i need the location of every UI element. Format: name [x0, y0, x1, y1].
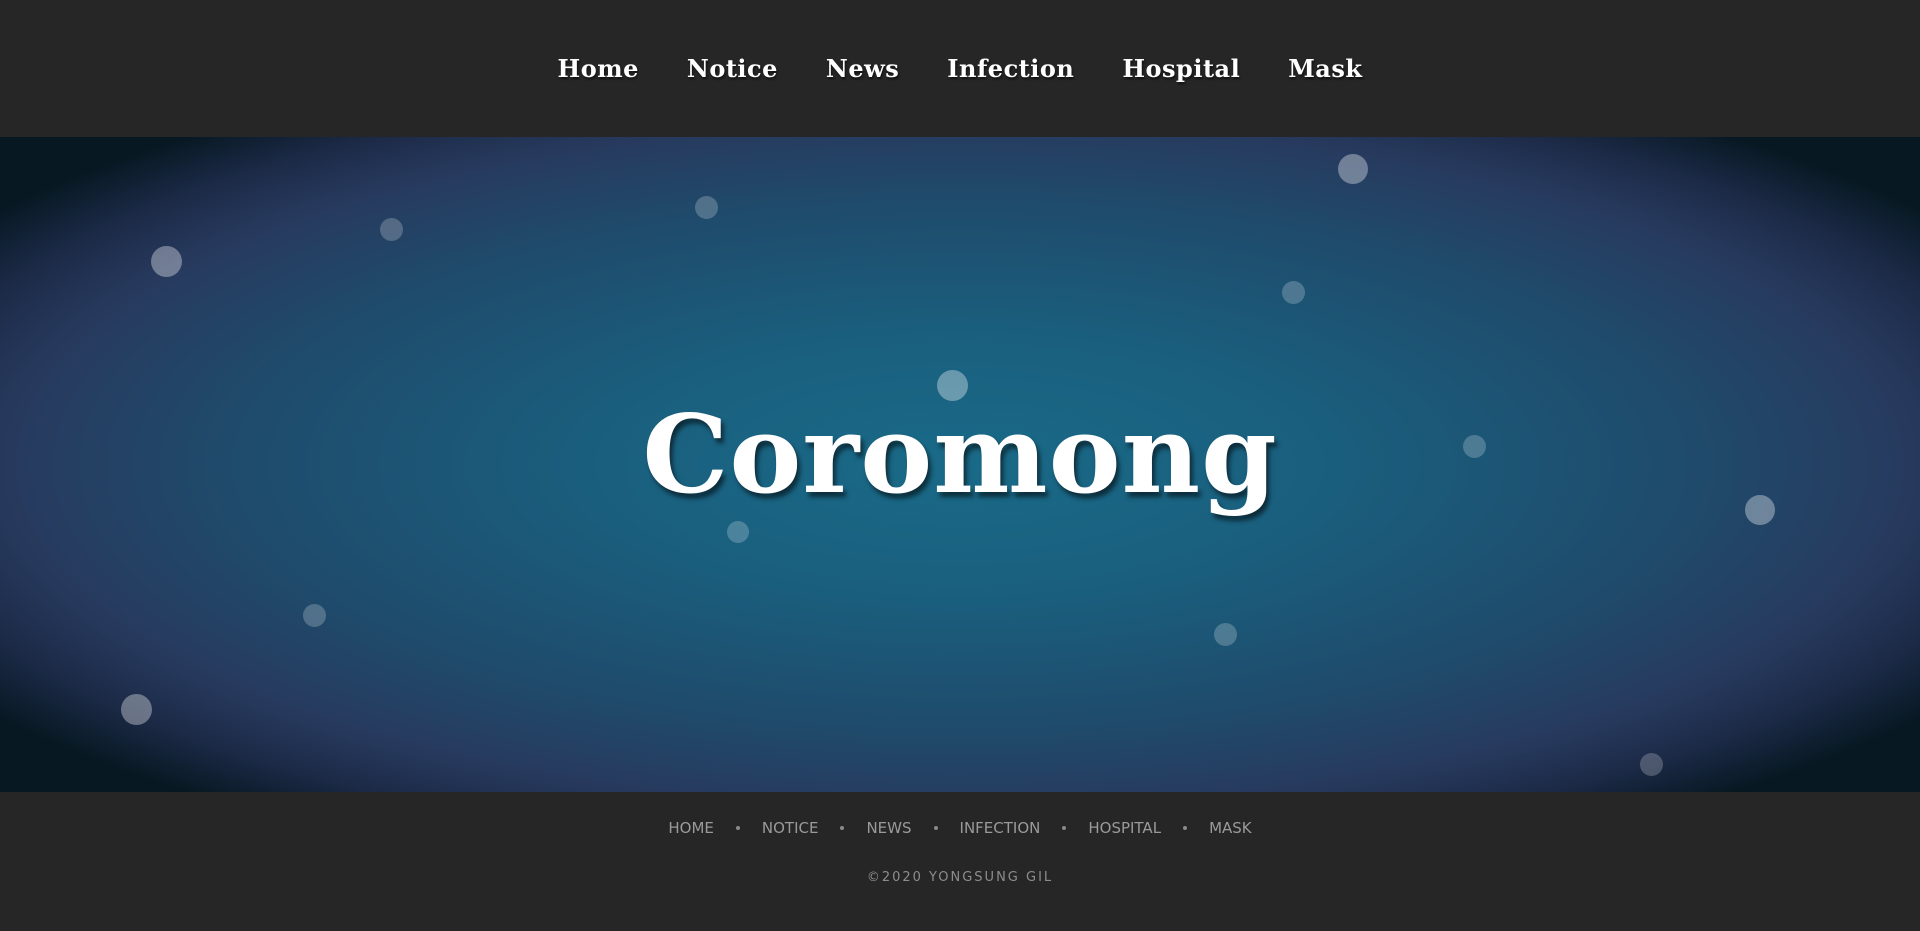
decorative-bubble [121, 694, 152, 725]
nav-item-news: News [826, 54, 899, 83]
footer-link-hospital[interactable]: HOSPITAL [1086, 819, 1163, 837]
separator-dot-icon [1183, 826, 1188, 830]
decorative-bubble [151, 246, 182, 277]
nav-link-news[interactable]: News [826, 54, 899, 83]
decorative-bubble [1338, 154, 1368, 184]
decorative-bubble [303, 604, 326, 627]
footer-menu: HOME NOTICE NEWS INFECTION HOSPITAL MASK [0, 819, 1920, 837]
nav-item-infection: Infection [947, 54, 1074, 83]
main-menu: Home Notice News Infection Hospital Mask [534, 54, 1387, 83]
hero-banner: Coromong [0, 137, 1920, 792]
nav-link-home[interactable]: Home [558, 54, 639, 83]
nav-link-mask[interactable]: Mask [1288, 54, 1362, 83]
decorative-bubble [1214, 623, 1237, 646]
footer-link-mask[interactable]: MASK [1207, 819, 1254, 837]
separator-dot-icon [933, 826, 938, 830]
nav-link-notice[interactable]: Notice [687, 54, 778, 83]
separator-dot-icon [735, 826, 740, 830]
nav-item-hospital: Hospital [1122, 54, 1240, 83]
footer-link-infection[interactable]: INFECTION [958, 819, 1043, 837]
footer-item-news: NEWS [864, 819, 957, 837]
footer-link-home[interactable]: HOME [666, 819, 716, 837]
footer-item-infection: INFECTION [958, 819, 1087, 837]
decorative-bubble [380, 218, 403, 241]
top-navigation: Home Notice News Infection Hospital Mask [0, 0, 1920, 137]
nav-item-home: Home [558, 54, 639, 83]
footer-item-notice: NOTICE [760, 819, 865, 837]
site-footer: HOME NOTICE NEWS INFECTION HOSPITAL MASK… [0, 792, 1920, 931]
decorative-bubble [1640, 753, 1663, 776]
separator-dot-icon [1062, 826, 1067, 830]
nav-link-hospital[interactable]: Hospital [1122, 54, 1240, 83]
nav-item-notice: Notice [687, 54, 778, 83]
copyright-text: ©2020 YONGSUNG GIL [866, 870, 1054, 885]
decorative-bubble [727, 521, 749, 543]
decorative-bubble [695, 196, 718, 219]
site-title: Coromong [642, 392, 1278, 518]
decorative-bubble [1282, 281, 1305, 304]
footer-link-notice[interactable]: NOTICE [760, 819, 821, 837]
footer-link-news[interactable]: NEWS [864, 819, 913, 837]
footer-item-mask: MASK [1207, 819, 1254, 837]
footer-item-home: HOME [666, 819, 760, 837]
separator-dot-icon [840, 826, 845, 830]
nav-item-mask: Mask [1288, 54, 1362, 83]
footer-item-hospital: HOSPITAL [1086, 819, 1207, 837]
nav-link-infection[interactable]: Infection [947, 54, 1074, 83]
